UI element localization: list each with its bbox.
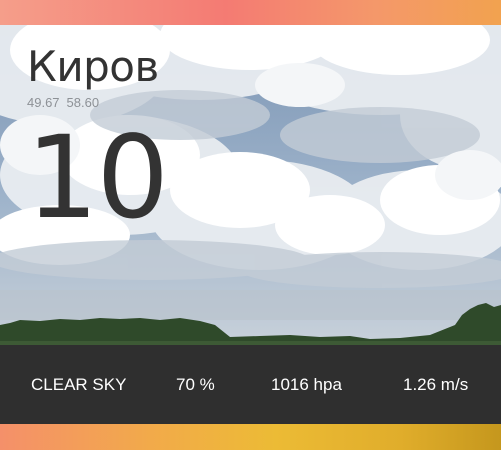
humidity-value: 70 %	[176, 375, 215, 394]
top-gradient-band	[0, 0, 501, 25]
temperature: 10	[26, 111, 169, 244]
pressure-value: 1016 hpa	[271, 375, 342, 394]
latitude: 49.67	[27, 95, 60, 110]
coordinates: 49.67 58.60	[27, 95, 99, 110]
bottom-gradient-band	[0, 424, 501, 450]
weather-stats-bar: CLEAR SKY 70 % 1016 hpa 1.26 m/s	[0, 345, 501, 424]
weather-card: Киров 49.67 58.60 10 CLEAR SKY 70 % 1016 …	[0, 25, 501, 424]
background-photo: Киров 49.67 58.60 10	[0, 25, 501, 345]
city-name: Киров	[27, 42, 159, 91]
wind-speed-value: 1.26 m/s	[403, 375, 469, 394]
longitude: 58.60	[66, 95, 100, 110]
weather-description: CLEAR SKY	[31, 375, 127, 394]
